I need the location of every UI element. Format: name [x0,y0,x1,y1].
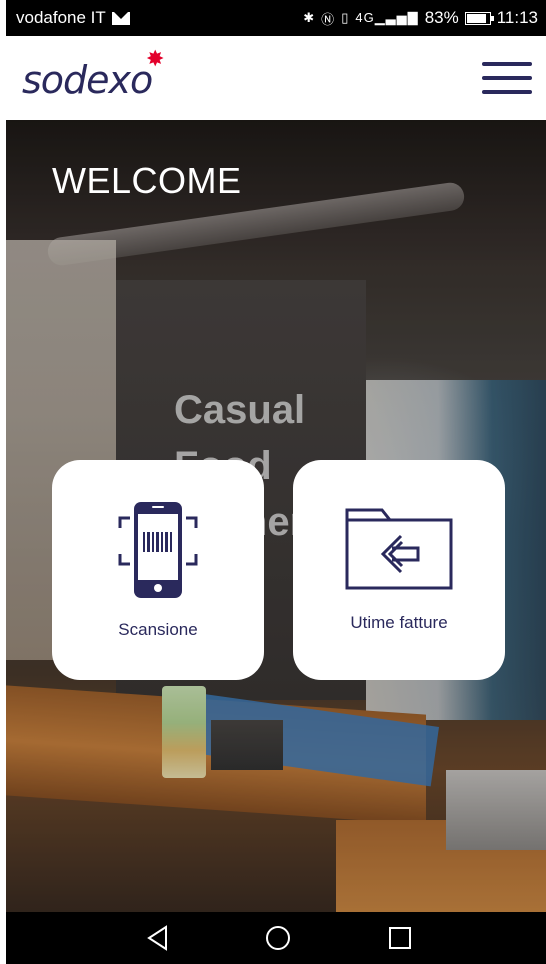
hero-background: Casual Food Corner WELCOME [6,120,546,912]
last-invoices-tile-button[interactable]: Utime fatture [293,460,505,680]
hamburger-menu-icon[interactable] [482,60,532,96]
nfc-icon: Ⓝ [321,11,336,27]
welcome-title: WELCOME [52,160,242,201]
vibrate-icon: ▯ [341,10,350,25]
bluetooth-icon: ✱ [303,10,316,25]
carrier-name: vodafone IT [16,8,106,27]
signal-icon: 4G▁▃▅▇ [355,10,419,25]
app-header: sodexo ✸ [6,36,546,120]
scan-tile-button[interactable]: Scansione [52,460,264,680]
android-nav-bar [6,912,546,964]
sodexo-logo[interactable]: sodexo [22,58,153,102]
recents-icon[interactable] [386,924,414,952]
status-right: ✱ Ⓝ ▯ 4G▁▃▅▇ 83% 11:13 [303,8,538,28]
back-icon[interactable] [144,924,172,952]
battery-percent: 83% [424,8,459,27]
scan-tile-label: Scansione [118,620,198,639]
folder-arrow-left-icon [345,508,453,590]
clock: 11:13 [496,8,538,27]
app-screen: vodafone IT ✱ Ⓝ ▯ 4G▁▃▅▇ 83% 11:13 sodex… [0,0,546,964]
status-left: vodafone IT [16,8,130,28]
phone-barcode-scan-icon [118,502,198,598]
logo-star-icon: ✸ [146,46,165,71]
mail-icon [111,11,130,25]
last-invoices-tile-label: Utime fatture [350,613,448,632]
battery-icon [464,11,494,25]
status-bar: vodafone IT ✱ Ⓝ ▯ 4G▁▃▅▇ 83% 11:13 [6,0,546,36]
home-icon[interactable] [264,924,292,952]
network-type: 4G [355,10,375,25]
logo-text: sodexo [22,58,153,102]
